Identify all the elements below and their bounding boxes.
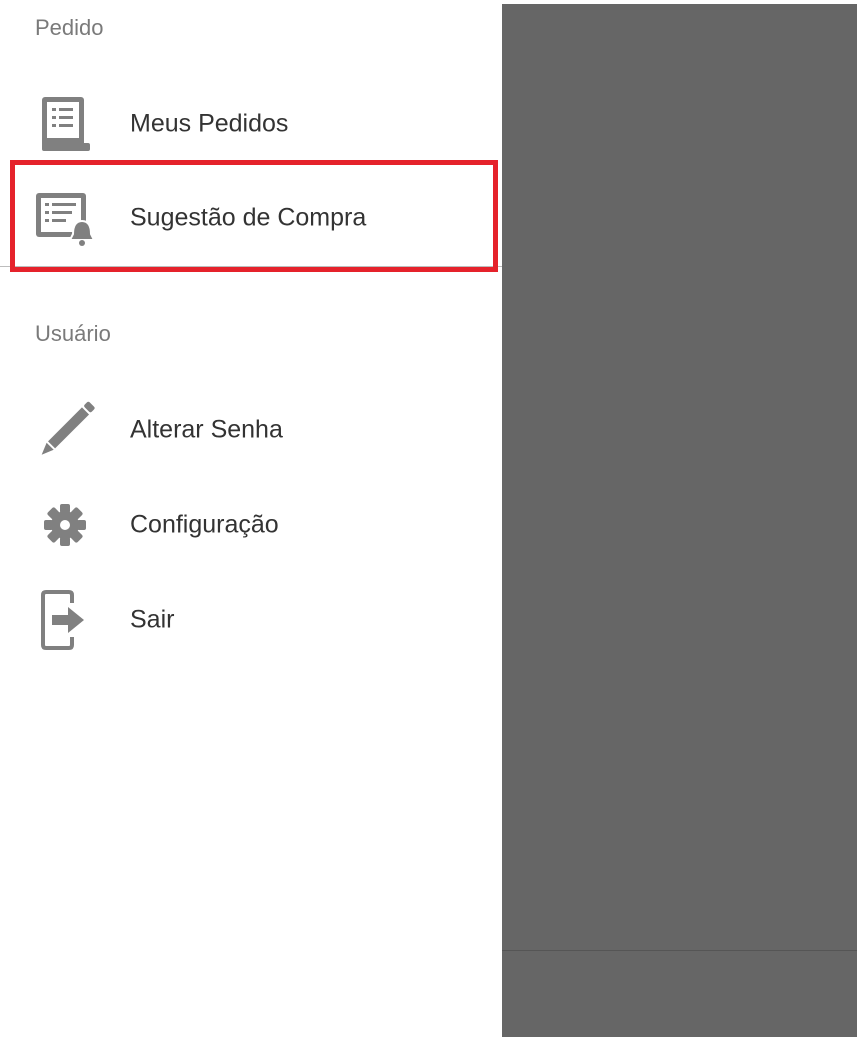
navigation-drawer: Pedido Meus Pedidos Sugestão de Compra U… — [0, 0, 502, 1037]
menu-item-label: Meus Pedidos — [130, 109, 289, 138]
drawer-scrim-overlay[interactable] — [502, 4, 857, 1037]
scrim-divider — [502, 950, 857, 951]
gear-icon — [32, 492, 98, 558]
section-title-usuario: Usuário — [35, 321, 111, 346]
menu-item-alterar-senha[interactable]: Alterar Senha — [0, 390, 502, 470]
section-title-pedido: Pedido — [35, 15, 104, 40]
menu-item-sair[interactable]: Sair — [0, 580, 502, 660]
menu-item-label: Alterar Senha — [130, 415, 283, 444]
menu-item-label: Configuração — [130, 510, 279, 539]
menu-item-label: Sair — [130, 605, 175, 634]
app-screen: Pedido Meus Pedidos Sugestão de Compra U… — [0, 0, 857, 1037]
menu-item-meus-pedidos[interactable]: Meus Pedidos — [0, 84, 502, 164]
menu-item-configuracao[interactable]: Configuração — [0, 485, 502, 565]
pencil-icon — [32, 397, 98, 463]
highlight-box — [10, 160, 498, 272]
order-list-icon — [32, 91, 98, 157]
exit-icon — [32, 587, 98, 653]
